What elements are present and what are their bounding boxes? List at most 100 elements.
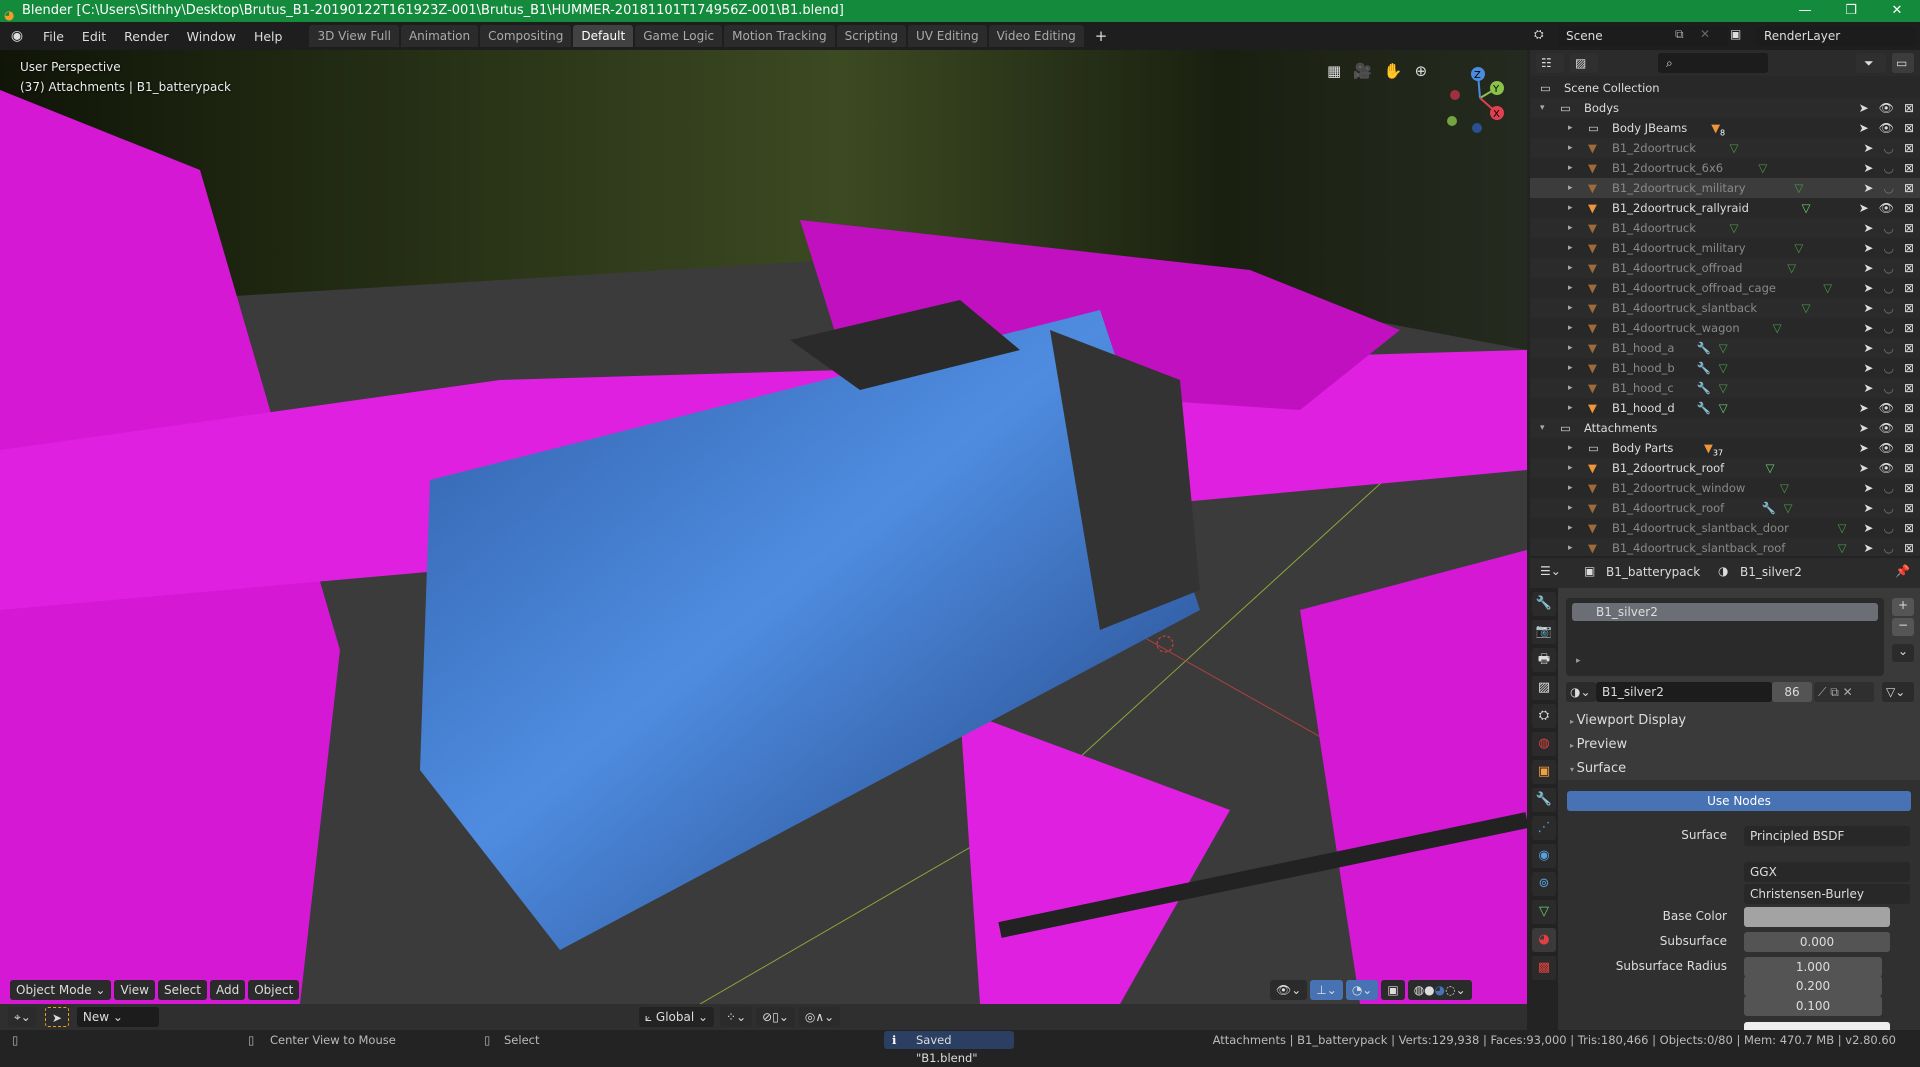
expand-arrow-icon[interactable]: ▸ xyxy=(1568,398,1573,418)
eye-closed-icon[interactable]: ◡ xyxy=(1883,518,1893,538)
outliner-row[interactable]: ▸ ▼ B1_2doortruck ▽ ➤ ◡ ⊠ xyxy=(1530,138,1920,158)
eye-closed-icon[interactable]: ◡ xyxy=(1883,498,1893,518)
distribution-dropdown[interactable]: GGX xyxy=(1744,862,1910,882)
minimize-button[interactable]: — xyxy=(1782,0,1828,22)
outliner-row[interactable]: ▭ Scene Collection xyxy=(1530,78,1920,98)
add-workspace-button[interactable]: + xyxy=(1086,27,1117,45)
outliner-row[interactable]: ▸ ▼ B1_4doortruck_slantback_roof ▽ ➤ ◡ ⊠ xyxy=(1530,538,1920,556)
new-scene-icon[interactable]: ⧉ xyxy=(1675,27,1684,42)
render-camera-icon[interactable]: ⊠ xyxy=(1904,378,1914,398)
selectable-icon[interactable]: ➤ xyxy=(1859,418,1869,438)
outliner-row[interactable]: ▸ ▼ B1_2doortruck_rallyraid ▽ ➤ 👁 ⊠ xyxy=(1530,198,1920,218)
expand-arrow-icon[interactable]: ▸ xyxy=(1568,458,1573,478)
outliner-row[interactable]: ▸ ▼ B1_4doortruck_slantback ▽ ➤ ◡ ⊠ xyxy=(1530,298,1920,318)
pan-hand-icon[interactable]: ✋ xyxy=(1384,62,1403,80)
camera-view-icon[interactable]: 🎥 xyxy=(1353,62,1372,80)
expand-arrow-icon[interactable]: ▸ xyxy=(1568,438,1573,458)
eye-closed-icon[interactable]: ◡ xyxy=(1883,138,1893,158)
mesh-data-icon[interactable]: ▽ xyxy=(1719,338,1728,358)
render-camera-icon[interactable]: ⊠ xyxy=(1904,398,1914,418)
mesh-data-icon[interactable]: ▽ xyxy=(1758,158,1767,178)
filter-view-icon[interactable]: ▨ xyxy=(1570,53,1598,73)
eye-closed-icon[interactable]: ◡ xyxy=(1883,178,1893,198)
expand-arrow-icon[interactable]: ▸ xyxy=(1568,338,1573,358)
selectable-icon[interactable]: ➤ xyxy=(1863,218,1873,238)
menu-edit[interactable]: Edit xyxy=(73,29,115,44)
outliner-row[interactable]: ▸ ▼ B1_hood_d 🔧 ▽ ➤ 👁 ⊠ xyxy=(1530,398,1920,418)
eye-closed-icon[interactable]: ◡ xyxy=(1883,338,1893,358)
brush-dropdown[interactable]: New ⌄ xyxy=(76,1007,159,1027)
outliner-row[interactable]: ▸ ▼ B1_hood_a 🔧 ▽ ➤ ◡ ⊠ xyxy=(1530,338,1920,358)
subsurface-radius-z[interactable]: 0.100 xyxy=(1744,996,1882,1016)
mesh-data-icon[interactable]: ▽ xyxy=(1838,538,1847,556)
material-slot[interactable]: B1_silver2 xyxy=(1572,603,1878,621)
outliner-row[interactable]: ▸ ▭ Body JBeams ▼8 ➤ 👁 ⊠ xyxy=(1530,118,1920,138)
grid-view-icon[interactable]: ▦ xyxy=(1327,62,1341,80)
mesh-data-icon[interactable]: ▽ xyxy=(1766,458,1775,478)
proportional-edit-icon[interactable]: ◎∧⌄ xyxy=(798,1007,841,1027)
render-camera-icon[interactable]: ⊠ xyxy=(1904,218,1914,238)
surface-shader-field[interactable]: Principled BSDF xyxy=(1744,826,1910,846)
selectable-icon[interactable]: ➤ xyxy=(1863,298,1873,318)
editor-type-icon[interactable]: ⌖⌄ xyxy=(8,1007,37,1027)
shading-modes-icon[interactable]: ◍●◕◌⌄ xyxy=(1407,980,1472,1000)
expand-arrow-icon[interactable]: ▸ xyxy=(1568,138,1573,158)
expand-arrow-icon[interactable]: ▸ xyxy=(1568,358,1573,378)
selectable-icon[interactable]: ➤ xyxy=(1863,278,1873,298)
render-camera-icon[interactable]: ⊠ xyxy=(1904,458,1914,478)
menu-add[interactable]: Add xyxy=(209,980,246,1000)
mesh-data-icon[interactable]: ▽ xyxy=(1794,238,1803,258)
panel-surface[interactable]: ▾ Surface xyxy=(1570,761,1626,776)
overlay-toggle-icon[interactable]: ◔⌄ xyxy=(1345,980,1379,1000)
filter-icon[interactable]: ⏷ xyxy=(1856,53,1886,73)
mesh-data-icon[interactable]: ▽ xyxy=(1784,498,1793,518)
selectable-icon[interactable]: ➤ xyxy=(1863,318,1873,338)
mesh-data-icon[interactable]: ▽ xyxy=(1838,518,1847,538)
subsurface-color-swatch[interactable] xyxy=(1744,1022,1890,1030)
expand-arrow-icon[interactable]: ▸ xyxy=(1568,478,1573,498)
expand-arrow-icon[interactable]: ▸ xyxy=(1568,198,1573,218)
data-tab-icon[interactable]: ▽ xyxy=(1532,900,1556,924)
render-camera-icon[interactable]: ⊠ xyxy=(1904,278,1914,298)
outliner-row[interactable]: ▸ ▼ B1_hood_b 🔧 ▽ ➤ ◡ ⊠ xyxy=(1530,358,1920,378)
selectable-icon[interactable]: ➤ xyxy=(1859,118,1869,138)
pin-icon[interactable]: 📌 xyxy=(1895,564,1910,578)
selectable-icon[interactable]: ➤ xyxy=(1863,518,1873,538)
selectable-icon[interactable]: ➤ xyxy=(1863,178,1873,198)
tab-uv-editing[interactable]: UV Editing xyxy=(907,25,987,47)
eye-icon[interactable]: 👁 xyxy=(1879,118,1894,138)
xray-toggle-icon[interactable]: ▣ xyxy=(1381,980,1405,1000)
outliner-row[interactable]: ▸ ▼ B1_4doortruck_offroad_cage ▽ ➤ ◡ ⊠ xyxy=(1530,278,1920,298)
texture-tab-icon[interactable]: ▩ xyxy=(1532,956,1556,980)
mesh-data-icon[interactable]: ▽ xyxy=(1719,378,1728,398)
render-layer-field[interactable]: RenderLayer xyxy=(1756,26,1916,46)
mesh-data-icon[interactable]: ▽ xyxy=(1780,478,1789,498)
render-camera-icon[interactable]: ⊠ xyxy=(1904,258,1914,278)
selectable-icon[interactable]: ➤ xyxy=(1863,338,1873,358)
select-tool-icon[interactable]: ➤ xyxy=(44,1007,69,1027)
constraints-tab-icon[interactable]: ⊚ xyxy=(1532,872,1556,896)
outliner-row[interactable]: ▸ ▼ B1_2doortruck_roof ▽ ➤ 👁 ⊠ xyxy=(1530,458,1920,478)
particles-tab-icon[interactable]: ⋰ xyxy=(1532,816,1556,840)
outliner-row[interactable]: ▸ ▼ B1_2doortruck_window ▽ ➤ ◡ ⊠ xyxy=(1530,478,1920,498)
eye-closed-icon[interactable]: ◡ xyxy=(1883,258,1893,278)
render-camera-icon[interactable]: ⊠ xyxy=(1904,518,1914,538)
selectable-icon[interactable]: ➤ xyxy=(1863,258,1873,278)
render-camera-icon[interactable]: ⊠ xyxy=(1904,198,1914,218)
link-data-icon[interactable]: ▽⌄ xyxy=(1882,682,1914,702)
subsurface-radius-x[interactable]: 1.000 xyxy=(1744,957,1882,977)
menu-window[interactable]: Window xyxy=(178,29,245,44)
render-camera-icon[interactable]: ⊠ xyxy=(1904,498,1914,518)
outliner-row[interactable]: ▸ ▼ B1_2doortruck_military ▽ ➤ ◡ ⊠ xyxy=(1530,178,1920,198)
render-camera-icon[interactable]: ⊠ xyxy=(1904,438,1914,458)
blender-menu-icon[interactable]: ◉ xyxy=(0,28,34,44)
eye-closed-icon[interactable]: ◡ xyxy=(1883,218,1893,238)
menu-object[interactable]: Object xyxy=(248,980,300,1000)
tab-animation[interactable]: Animation xyxy=(400,25,479,47)
expand-arrow-icon[interactable]: ▸ xyxy=(1568,378,1573,398)
outliner-row[interactable]: ▸ ▼ B1_4doortruck ▽ ➤ ◡ ⊠ xyxy=(1530,218,1920,238)
selectable-icon[interactable]: ➤ xyxy=(1863,138,1873,158)
pivot-point-icon[interactable]: ⁘⌄ xyxy=(720,1007,753,1027)
mesh-data-icon[interactable]: ▽ xyxy=(1719,358,1728,378)
expand-arrow-icon[interactable]: ▸ xyxy=(1568,238,1573,258)
